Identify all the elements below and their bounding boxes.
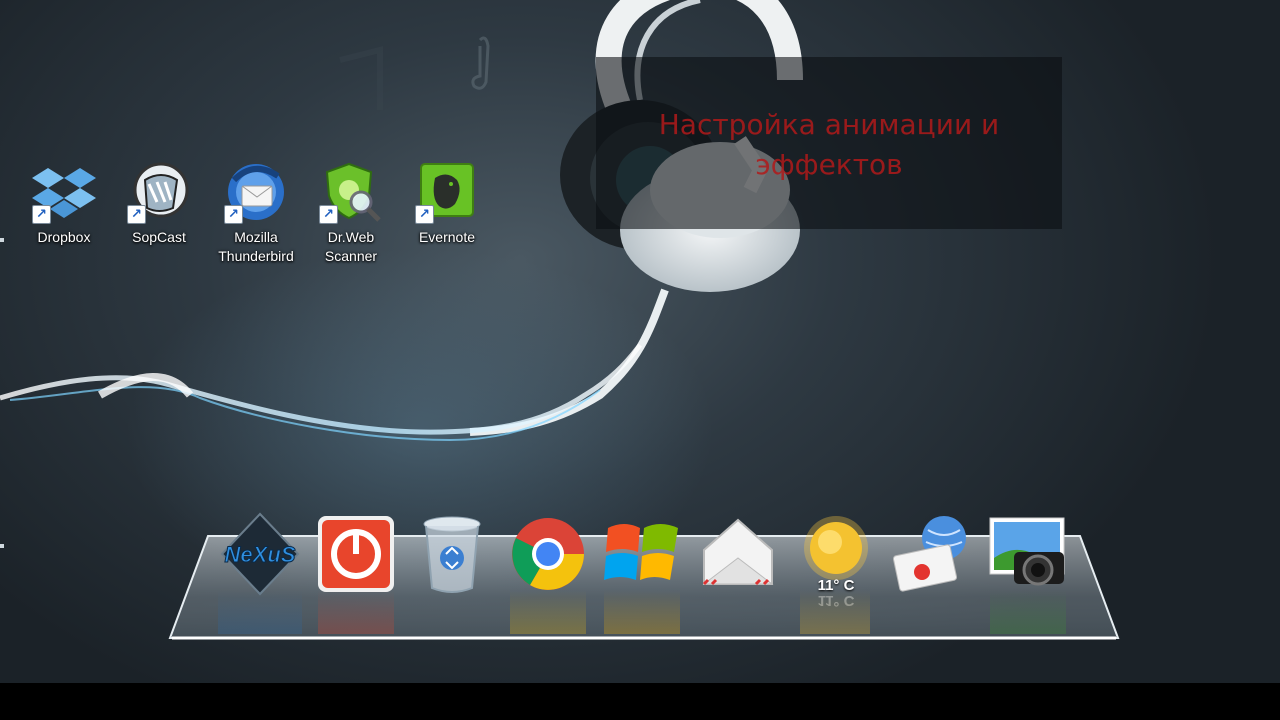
desktop-wallpaper: ↗ Dropbox ↗ SopCast ↗ Mozilla Thunderbir…: [0, 0, 1280, 683]
desktop-icon-evernote[interactable]: ↗ Evernote: [401, 160, 493, 247]
desktop-icon-drweb-scanner[interactable]: ↗ Dr.Web Scanner: [305, 160, 397, 266]
dock-power[interactable]: [314, 510, 398, 600]
desktop-icon-label: Evernote: [418, 229, 476, 245]
sopcast-icon: ↗: [127, 160, 191, 224]
mail-icon: [702, 518, 774, 586]
shortcut-arrow-icon: ↗: [32, 205, 51, 224]
desktop-icon-label: SopCast: [132, 229, 186, 245]
letterbox-bar: [0, 683, 1280, 720]
nexus-icon: NeXuS: [220, 512, 300, 596]
shortcut-arrow-icon: ↗: [319, 205, 338, 224]
dropbox-icon: ↗: [32, 160, 96, 224]
power-icon: [318, 516, 394, 592]
dock-reflection: [604, 590, 680, 634]
desktop-icon-label: Dropbox: [37, 229, 91, 245]
email-globe-icon: [892, 516, 966, 592]
photo-camera-icon: [989, 517, 1065, 586]
desktop-icon-sopcast[interactable]: ↗ SopCast: [113, 160, 205, 247]
desktop-icon-label: Dr.Web Scanner: [324, 229, 378, 264]
dock-reflection: [990, 590, 1066, 634]
dock-nexus[interactable]: NeXuS: [218, 510, 302, 600]
dock-photo-camera[interactable]: [986, 510, 1070, 600]
desktop-icon-dropbox[interactable]: ↗ Dropbox: [18, 160, 110, 247]
dock-recycle-bin[interactable]: [410, 510, 494, 600]
evernote-icon: ↗: [415, 160, 479, 224]
chrome-icon: [512, 518, 584, 590]
dock-email-globe[interactable]: [888, 510, 972, 600]
desktop-icon-label: Mozilla Thunderbird: [218, 229, 294, 264]
recycle-bin-icon: [423, 516, 481, 593]
shortcut-arrow-icon: ↗: [127, 205, 146, 224]
dock-windows[interactable]: [600, 510, 684, 600]
caption-text: Настройка анимации и эффектов: [658, 108, 1000, 181]
dock-reflection: [318, 590, 394, 634]
thunderbird-icon: ↗: [224, 160, 288, 224]
video-caption-overlay: Настройка анимации и эффектов: [596, 57, 1062, 229]
partial-icon-label: [0, 544, 4, 548]
desktop-icon-thunderbird[interactable]: ↗ Mozilla Thunderbird: [210, 160, 302, 266]
shortcut-arrow-icon: ↗: [415, 205, 434, 224]
drweb-scanner-icon: ↗: [319, 160, 383, 224]
partial-icon-label: [0, 238, 4, 242]
dock-reflection: [510, 590, 586, 634]
dock-reflection: [218, 590, 302, 634]
dock-mail[interactable]: [696, 510, 780, 600]
dock-chrome[interactable]: [506, 510, 590, 600]
windows-icon: [604, 524, 678, 580]
dock-reflection: [800, 590, 870, 634]
nexus-logo-text: NeXuS: [225, 542, 296, 567]
shortcut-arrow-icon: ↗: [224, 205, 243, 224]
